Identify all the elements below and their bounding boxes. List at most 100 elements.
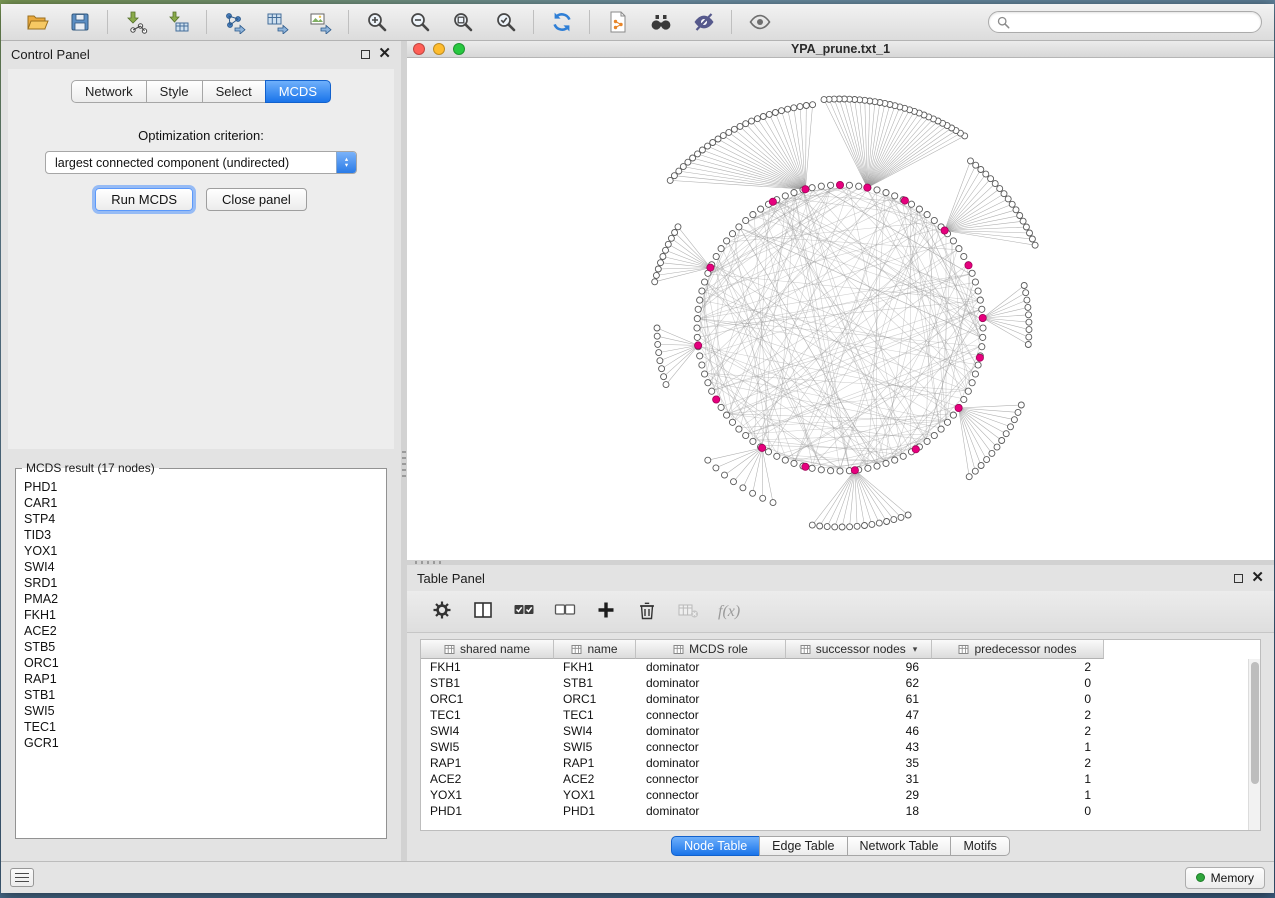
mcds-result-item[interactable]: STB1 bbox=[24, 687, 378, 703]
table-row[interactable]: YOX1YOX1connector291 bbox=[421, 787, 1260, 803]
network-window-titlebar: YPA_prune.txt_1 bbox=[407, 41, 1274, 58]
mcds-result-item[interactable]: SWI5 bbox=[24, 703, 378, 719]
show-columns-icon[interactable] bbox=[472, 599, 494, 624]
table-mode-gear-icon[interactable] bbox=[431, 599, 453, 624]
app-window: Control Panel ✕ Network Style Select MCD… bbox=[1, 4, 1274, 893]
mcds-result-item[interactable]: STP4 bbox=[24, 511, 378, 527]
tab-select[interactable]: Select bbox=[202, 80, 266, 103]
network-graph[interactable] bbox=[407, 58, 1274, 560]
status-bar: Memory bbox=[1, 861, 1274, 893]
column-icon bbox=[800, 644, 811, 655]
column-header-mcds-role[interactable]: MCDS role bbox=[636, 640, 786, 659]
save-session-icon[interactable] bbox=[66, 9, 93, 36]
mcds-result-item[interactable]: CAR1 bbox=[24, 495, 378, 511]
column-header-shared-name[interactable]: shared name bbox=[421, 640, 554, 659]
table-row[interactable]: SWI4SWI4dominator462 bbox=[421, 723, 1260, 739]
run-mcds-button[interactable]: Run MCDS bbox=[95, 188, 193, 211]
toolbar-separator bbox=[589, 10, 590, 34]
toolbar-separator bbox=[533, 10, 534, 34]
tab-style[interactable]: Style bbox=[146, 80, 203, 103]
mcds-result-item[interactable]: SRD1 bbox=[24, 575, 378, 591]
show-glyphs-icon[interactable] bbox=[746, 9, 773, 36]
export-document-icon[interactable] bbox=[604, 9, 631, 36]
close-panel-button[interactable]: Close panel bbox=[206, 188, 307, 211]
column-header-successor-nodes[interactable]: successor nodes ▾ bbox=[786, 640, 932, 659]
mcds-result-item[interactable]: TEC1 bbox=[24, 719, 378, 735]
tab-mcds[interactable]: MCDS bbox=[265, 80, 331, 103]
table-row[interactable]: STB1STB1dominator620 bbox=[421, 675, 1260, 691]
window-minimize-button[interactable] bbox=[433, 43, 445, 55]
menu-list-icon[interactable] bbox=[10, 868, 34, 887]
tab-node-table[interactable]: Node Table bbox=[671, 836, 760, 856]
mcds-result-item[interactable]: PHD1 bbox=[24, 479, 378, 495]
optimization-criterion-select[interactable]: largest connected component (undirected)… bbox=[45, 151, 357, 174]
mcds-result-item[interactable]: ACE2 bbox=[24, 623, 378, 639]
column-header-name[interactable]: name bbox=[554, 640, 636, 659]
tab-network[interactable]: Network bbox=[71, 80, 147, 103]
table-row[interactable]: ORC1ORC1dominator610 bbox=[421, 691, 1260, 707]
memory-status-icon bbox=[1196, 873, 1205, 882]
table-row[interactable]: PHD1PHD1dominator180 bbox=[421, 803, 1260, 819]
mcds-result-item[interactable]: FKH1 bbox=[24, 607, 378, 623]
main-toolbar bbox=[1, 4, 1274, 41]
search-input[interactable] bbox=[1015, 15, 1253, 29]
export-network-icon[interactable] bbox=[221, 9, 248, 36]
table-row[interactable]: SWI5SWI5connector431 bbox=[421, 739, 1260, 755]
scrollbar-thumb[interactable] bbox=[1251, 662, 1259, 784]
mcds-result-item[interactable]: YOX1 bbox=[24, 543, 378, 559]
column-header-predecessor-nodes[interactable]: predecessor nodes bbox=[932, 640, 1104, 659]
zoom-selected-icon[interactable] bbox=[492, 9, 519, 36]
mcds-result-item[interactable]: GCR1 bbox=[24, 735, 378, 751]
mcds-result-item[interactable]: SWI4 bbox=[24, 559, 378, 575]
zoom-out-icon[interactable] bbox=[406, 9, 433, 36]
mcds-result-item[interactable]: RAP1 bbox=[24, 671, 378, 687]
mcds-result-item[interactable]: TID3 bbox=[24, 527, 378, 543]
select-all-icon[interactable] bbox=[513, 599, 535, 624]
network-canvas[interactable] bbox=[407, 58, 1274, 560]
export-image-icon[interactable] bbox=[307, 9, 334, 36]
table-scrollbar[interactable] bbox=[1248, 659, 1260, 830]
mcds-result-item[interactable]: PMA2 bbox=[24, 591, 378, 607]
tab-edge-table[interactable]: Edge Table bbox=[759, 836, 847, 856]
import-table-icon[interactable] bbox=[165, 9, 192, 36]
close-panel-icon[interactable]: ✕ bbox=[378, 49, 391, 59]
mcds-result-box: MCDS result (17 nodes) PHD1CAR1STP4TID3Y… bbox=[15, 461, 387, 839]
create-column-icon[interactable] bbox=[595, 599, 617, 624]
zoom-in-icon[interactable] bbox=[363, 9, 390, 36]
open-session-icon[interactable] bbox=[23, 9, 50, 36]
memory-button-label: Memory bbox=[1211, 871, 1254, 885]
import-network-icon[interactable] bbox=[122, 9, 149, 36]
zoom-fit-icon[interactable] bbox=[449, 9, 476, 36]
deselect-all-icon[interactable] bbox=[554, 599, 576, 624]
table-panel: Table Panel ✕ bbox=[407, 565, 1274, 861]
export-table-icon[interactable] bbox=[264, 9, 291, 36]
delete-column-icon[interactable] bbox=[636, 599, 658, 624]
horizontal-splitter[interactable] bbox=[407, 560, 1274, 565]
float-panel-icon[interactable] bbox=[361, 50, 370, 59]
memory-button[interactable]: Memory bbox=[1185, 867, 1265, 889]
table-row[interactable]: RAP1RAP1dominator352 bbox=[421, 755, 1260, 771]
hide-glyphs-icon[interactable] bbox=[690, 9, 717, 36]
window-zoom-button[interactable] bbox=[453, 43, 465, 55]
mcds-result-item[interactable]: ORC1 bbox=[24, 655, 378, 671]
mcds-tab-content: Network Style Select MCDS Optimization c… bbox=[8, 69, 394, 449]
toolbar-separator bbox=[731, 10, 732, 34]
delete-table-icon-disabled bbox=[677, 599, 699, 624]
mcds-result-item[interactable]: STB5 bbox=[24, 639, 378, 655]
column-icon bbox=[673, 644, 684, 655]
close-table-panel-icon[interactable]: ✕ bbox=[1251, 573, 1264, 583]
table-row[interactable]: TEC1TEC1connector472 bbox=[421, 707, 1260, 723]
tab-motifs[interactable]: Motifs bbox=[950, 836, 1009, 856]
control-panel-tabs: Network Style Select MCDS bbox=[71, 80, 331, 103]
find-icon[interactable] bbox=[647, 9, 674, 36]
search-field[interactable] bbox=[988, 11, 1262, 33]
toolbar-separator bbox=[206, 10, 207, 34]
window-close-button[interactable] bbox=[413, 43, 425, 55]
float-table-panel-icon[interactable] bbox=[1234, 574, 1243, 583]
function-builder-icon: f(x) bbox=[718, 603, 740, 621]
table-toolbar: f(x) bbox=[407, 591, 1274, 633]
table-row[interactable]: ACE2ACE2connector311 bbox=[421, 771, 1260, 787]
table-row[interactable]: FKH1FKH1dominator962 bbox=[421, 659, 1260, 675]
tab-network-table[interactable]: Network Table bbox=[847, 836, 952, 856]
refresh-layout-icon[interactable] bbox=[548, 9, 575, 36]
